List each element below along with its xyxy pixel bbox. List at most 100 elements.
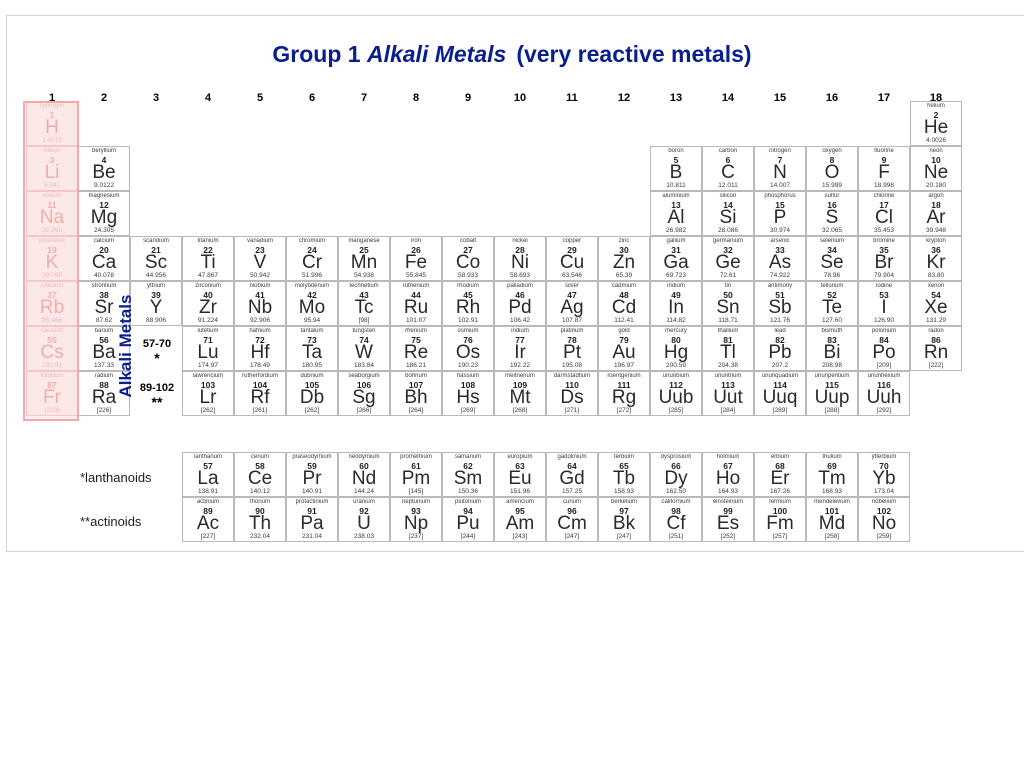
element-cell-mg: magnesium 12 Mg 24.305 <box>78 191 130 236</box>
element-symbol: Y <box>149 297 163 318</box>
element-name: arsenic <box>770 238 790 244</box>
atomic-mass: [289] <box>772 407 788 414</box>
element-symbol: In <box>668 297 684 318</box>
element-symbol: Pd <box>508 297 532 318</box>
element-symbol: Ce <box>247 468 273 489</box>
element-name: roentgenium <box>607 373 641 379</box>
atomic-mass: 158.93 <box>614 488 634 495</box>
element-cell-au: gold 79 Au 196.97 <box>598 326 650 371</box>
element-symbol: V <box>253 252 267 273</box>
element-cell-po: polonium 84 Po [209] <box>858 326 910 371</box>
atomic-mass: 101.07 <box>406 317 426 324</box>
element-cell-rg: roentgenium 111 Rg [272] <box>598 371 650 416</box>
element-name: chlorine <box>873 193 895 199</box>
element-cell-he: helium 2 He 4.0026 <box>910 101 962 146</box>
element-symbol: Sc <box>144 252 168 273</box>
element-symbol: P <box>773 207 787 228</box>
atomic-mass: 51.996 <box>302 272 322 279</box>
element-cell-w: tungsten 74 W 183.84 <box>338 326 390 371</box>
element-symbol: Ds <box>560 387 584 408</box>
element-cell-nd: neodymium 60 Nd 144.24 <box>338 452 390 497</box>
atomic-mass: [262] <box>200 407 216 414</box>
element-symbol: Dy <box>664 468 688 489</box>
element-cell-se: selenium 34 Se 78.96 <box>806 236 858 281</box>
element-symbol: Zr <box>199 297 217 318</box>
actinoids-label: **actinoids <box>80 514 142 529</box>
element-name: cobalt <box>459 238 476 244</box>
element-symbol: No <box>871 513 897 534</box>
atomic-mass: 167.26 <box>770 488 790 495</box>
atomic-mass: 118.71 <box>718 317 738 324</box>
element-name: iridium <box>511 328 529 334</box>
element-name: potassium <box>38 238 66 244</box>
group-number: 16 <box>825 92 839 104</box>
atomic-mass: 121.76 <box>770 317 790 324</box>
element-cell-os: osmium 76 Os 190.23 <box>442 326 494 371</box>
element-cell-zr: zirconium 40 Zr 91.224 <box>182 281 234 326</box>
atomic-mass: 144.24 <box>354 488 374 495</box>
element-name: xenon <box>927 283 945 289</box>
element-name: mercury <box>665 328 687 334</box>
element-name: seaborgium <box>348 373 380 379</box>
element-symbol: Tb <box>612 468 636 489</box>
element-name: krypton <box>926 238 946 244</box>
atomic-mass: 112.41 <box>614 317 634 324</box>
group-number: 10 <box>513 92 527 104</box>
element-name: chromium <box>298 238 326 244</box>
atomic-mass: 150.36 <box>458 488 478 495</box>
group-number: 14 <box>721 92 735 104</box>
element-cell-ni: nickel 28 Ni 58.693 <box>494 236 546 281</box>
atomic-mass: 200.59 <box>666 362 686 369</box>
element-name: argon <box>928 193 944 199</box>
element-symbol: K <box>45 252 59 273</box>
element-name: samarium <box>454 454 482 460</box>
element-cell-fe: iron 26 Fe 55.845 <box>390 236 442 281</box>
atomic-mass: [262] <box>304 407 320 414</box>
atomic-mass: 74.922 <box>770 272 790 279</box>
element-cell-v: vanadium 23 V 50.942 <box>234 236 286 281</box>
element-symbol: Bk <box>612 513 636 534</box>
element-name: thallium <box>717 328 739 334</box>
atomic-mass: [288] <box>824 407 840 414</box>
element-name: hassium <box>456 373 480 379</box>
atomic-mass: 164.93 <box>718 488 738 495</box>
element-cell-ar: argon 18 Ar 39.948 <box>910 191 962 236</box>
element-cell-te: tellurium 52 Te 127.60 <box>806 281 858 326</box>
element-symbol: Lu <box>197 342 219 363</box>
element-symbol: Ta <box>301 342 323 363</box>
atomic-mass: [145] <box>408 488 424 495</box>
element-name: osmium <box>457 328 479 334</box>
actinoid-reference: 89-102 ** <box>132 382 182 410</box>
group-number: 6 <box>308 92 316 104</box>
element-cell-cm: curium 96 Cm [247] <box>546 497 598 542</box>
element-name: bohrium <box>405 373 427 379</box>
atomic-mass: 88.906 <box>146 317 166 324</box>
element-name: lutetium <box>197 328 219 334</box>
atomic-mass: 39.948 <box>926 227 946 234</box>
atomic-mass: 178.49 <box>250 362 270 369</box>
element-name: francium <box>40 373 64 379</box>
group-number: 7 <box>360 92 368 104</box>
element-cell-pa: protactinium 91 Pa 231.04 <box>286 497 338 542</box>
atomic-mass: 6.941 <box>43 182 61 189</box>
element-name: scandium <box>143 238 169 244</box>
element-cell-fr: francium 87 Fr [223] <box>26 371 78 416</box>
element-symbol: Cm <box>557 513 587 534</box>
atomic-mass: 151.96 <box>510 488 530 495</box>
element-symbol: Fm <box>766 513 794 534</box>
element-name: ununhexium <box>867 373 901 379</box>
element-cell-n: nitrogen 7 N 14.007 <box>754 146 806 191</box>
atomic-mass: 140.12 <box>250 488 270 495</box>
element-name: manganese <box>348 238 380 244</box>
atomic-mass: [237] <box>408 533 424 540</box>
atomic-mass: 58.693 <box>510 272 530 279</box>
atomic-mass: 39.098 <box>42 272 62 279</box>
atomic-mass: 180.95 <box>302 362 322 369</box>
atomic-mass: 131.29 <box>926 317 946 324</box>
element-cell-na: sodium 11 Na 22.990 <box>26 191 78 236</box>
element-symbol: Np <box>403 513 429 534</box>
element-name: europium <box>507 454 533 460</box>
element-symbol: Mo <box>298 297 326 318</box>
element-cell-pb: lead 82 Pb 207.2 <box>754 326 806 371</box>
element-name: germanium <box>712 238 743 244</box>
